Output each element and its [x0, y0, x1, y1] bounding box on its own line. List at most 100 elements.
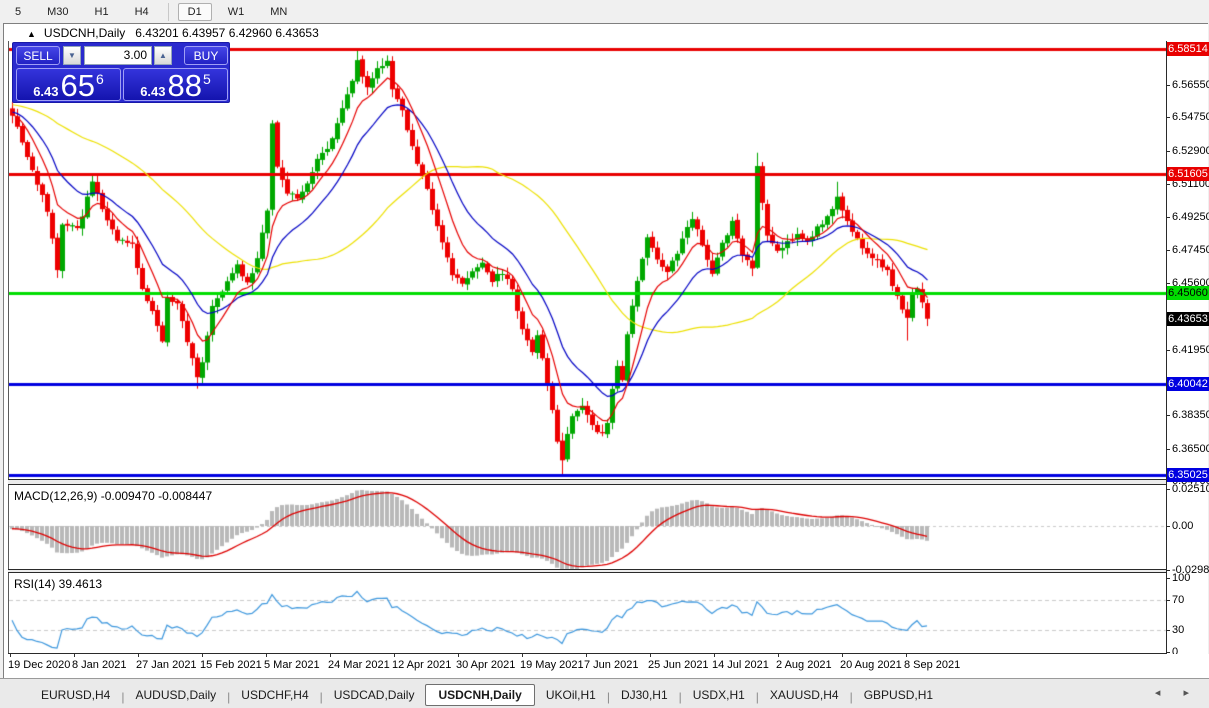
date-axis-tick: [330, 654, 331, 657]
date-axis-tick: [10, 654, 11, 657]
price-axis-tick: [1166, 600, 1170, 601]
buy-price-big-digits: 88: [167, 68, 202, 103]
date-axis-label: 24 Mar 2021: [328, 659, 390, 671]
buy-price-pip-digit: 5: [203, 71, 211, 87]
tab-usdchf-h4[interactable]: USDCHF,H4: [230, 684, 319, 706]
price-axis-tick: [1166, 250, 1170, 251]
date-axis-tick: [266, 654, 267, 657]
price-axis-tick: [1166, 283, 1170, 284]
date-axis-tick: [202, 654, 203, 657]
buy-price-display[interactable]: 6.43 88 5: [123, 68, 228, 101]
price-axis-tick: [1166, 350, 1170, 351]
tab-eurusd-h4[interactable]: EURUSD,H4: [30, 684, 121, 706]
tab-usdx-h1[interactable]: USDX,H1: [682, 684, 756, 706]
date-axis-label: 19 Dec 2020: [8, 659, 71, 671]
price-axis-tick: [1166, 570, 1170, 571]
sell-price-display[interactable]: 6.43 65 6: [16, 68, 121, 101]
date-axis-label: 8 Sep 2021: [904, 659, 961, 671]
tab-gbpusd-h1[interactable]: GBPUSD,H1: [853, 684, 944, 706]
date-axis-label: 19 May 2021: [520, 659, 584, 671]
price-axis-label: 6.41950: [1172, 343, 1209, 356]
date-axis-label: 20 Aug 2021: [840, 659, 902, 671]
price-axis-label: 6.52900: [1172, 144, 1209, 157]
price-axis-tick: [1166, 415, 1170, 416]
date-axis-label: 2 Aug 2021: [776, 659, 832, 671]
sell-price-pip-digit: 6: [96, 71, 104, 87]
date-axis: 19 Dec 2020 8 Jan 2021 27 Jan 2021 15 Feb 2…: [4, 654, 1209, 678]
timeframe-button-m30[interactable]: M30: [37, 3, 78, 21]
date-axis-tick: [714, 654, 715, 657]
tab-xauusd-h4[interactable]: XAUUSD,H4: [759, 684, 850, 706]
date-axis-tick: [778, 654, 779, 657]
timeframe-button-w1[interactable]: W1: [218, 3, 255, 21]
buy-button[interactable]: BUY: [184, 46, 228, 65]
tab-scroll-arrows[interactable]: ◂ ▸: [1155, 686, 1199, 699]
one-click-trading-panel: SELL ▼ 3.00 ▲ BUY 6.43 65 6 6.43 88 5: [12, 42, 230, 103]
date-axis-tick: [586, 654, 587, 657]
date-axis-tick: [458, 654, 459, 657]
timeframe-button-5[interactable]: 5: [5, 3, 31, 21]
price-axis-border: [1166, 41, 1167, 654]
macd-axis-label: 0.00: [1172, 520, 1194, 532]
rsi-indicator-label: RSI(14) 39.4613: [14, 577, 103, 591]
tab-audusd-daily[interactable]: AUDUSD,Daily: [124, 684, 227, 706]
rsi-top-border: [8, 572, 1167, 573]
timeframe-button-mn[interactable]: MN: [260, 3, 297, 21]
main-chart-canvas[interactable]: [9, 41, 1166, 479]
rsi-axis-label: 70: [1172, 594, 1185, 607]
chart-tabs-bar: EURUSD,H4 | AUDUSD,Daily | USDCHF,H4 | USDCAD,…: [0, 678, 1209, 708]
panel-collapse-icon[interactable]: ▲: [27, 29, 36, 39]
price-axis-tick: [1166, 578, 1170, 579]
price-level-badge-6-35025: 6.35025: [1167, 468, 1209, 483]
price-axis-tick: [1166, 449, 1170, 450]
tab-usdcnh-daily[interactable]: USDCNH,Daily: [425, 684, 535, 706]
price-axis-tick: [1166, 117, 1170, 118]
price-axis-tick: [1166, 652, 1170, 653]
price-level-badge-6-51605: 6.51605: [1167, 167, 1209, 182]
price-axis-label: 6.56550: [1172, 78, 1209, 91]
date-axis-tick: [650, 654, 651, 657]
date-axis-tick: [522, 654, 523, 657]
date-axis-label: 7 Jun 2021: [584, 659, 639, 671]
rsi-axis-label: 30: [1172, 623, 1185, 636]
volume-input[interactable]: 3.00: [84, 46, 152, 65]
volume-increase-button[interactable]: ▲: [154, 46, 172, 65]
chart-title-row: ▲ USDCNH,Daily 6.43201 6.43957 6.42960 6.4…: [9, 26, 319, 40]
macd-axis-label: 0.025108: [1172, 483, 1209, 496]
chart-symbol-title: USDCNH,Daily: [43, 26, 126, 40]
price-axis-tick: [1166, 630, 1170, 631]
date-axis-label: 27 Jan 2021: [136, 659, 197, 671]
date-axis-label: 8 Jan 2021: [72, 659, 127, 671]
buy-price-prefix: 6.43: [140, 84, 166, 99]
toolbar-separator: [167, 2, 169, 21]
timeframe-button-d1[interactable]: D1: [177, 2, 212, 21]
volume-decrease-button[interactable]: ▼: [63, 46, 81, 65]
date-axis-label: 5 Mar 2021: [264, 659, 320, 671]
price-axis-label: 6.47450: [1172, 243, 1209, 256]
price-axis-label: 6.54750: [1172, 111, 1209, 124]
date-axis-tick: [74, 654, 75, 657]
date-axis-tick: [394, 654, 395, 657]
macd-indicator-label: MACD(12,26,9) -0.009470 -0.008447: [14, 489, 213, 503]
price-axis-tick: [1166, 85, 1170, 86]
date-axis-label: 25 Jun 2021: [648, 659, 709, 671]
tab-usdcad-daily[interactable]: USDCAD,Daily: [323, 684, 426, 706]
price-axis-label: 6.36500: [1172, 442, 1209, 455]
price-axis-tick: [1166, 217, 1170, 218]
timeframe-button-h4[interactable]: H4: [125, 3, 159, 21]
price-axis-tick: [1166, 526, 1170, 527]
tab-ukoil-h1[interactable]: UKOil,H1: [535, 684, 607, 706]
sell-button[interactable]: SELL: [16, 46, 60, 65]
price-axis-label: 6.38350: [1172, 408, 1209, 421]
timeframe-button-h1[interactable]: H1: [85, 3, 119, 21]
rsi-panel-canvas[interactable]: [9, 573, 1166, 653]
date-axis-tick: [906, 654, 907, 657]
price-axis-tick: [1166, 151, 1170, 152]
price-level-badge-6-58514: 6.58514: [1167, 42, 1209, 56]
tab-dj30-h1[interactable]: DJ30,H1: [610, 684, 679, 706]
date-axis-tick: [842, 654, 843, 657]
date-axis-label: 15 Feb 2021: [200, 659, 262, 671]
date-axis-label: 30 Apr 2021: [456, 659, 516, 671]
price-axis-tick: [1166, 184, 1170, 185]
sell-price-prefix: 6.43: [33, 84, 59, 99]
